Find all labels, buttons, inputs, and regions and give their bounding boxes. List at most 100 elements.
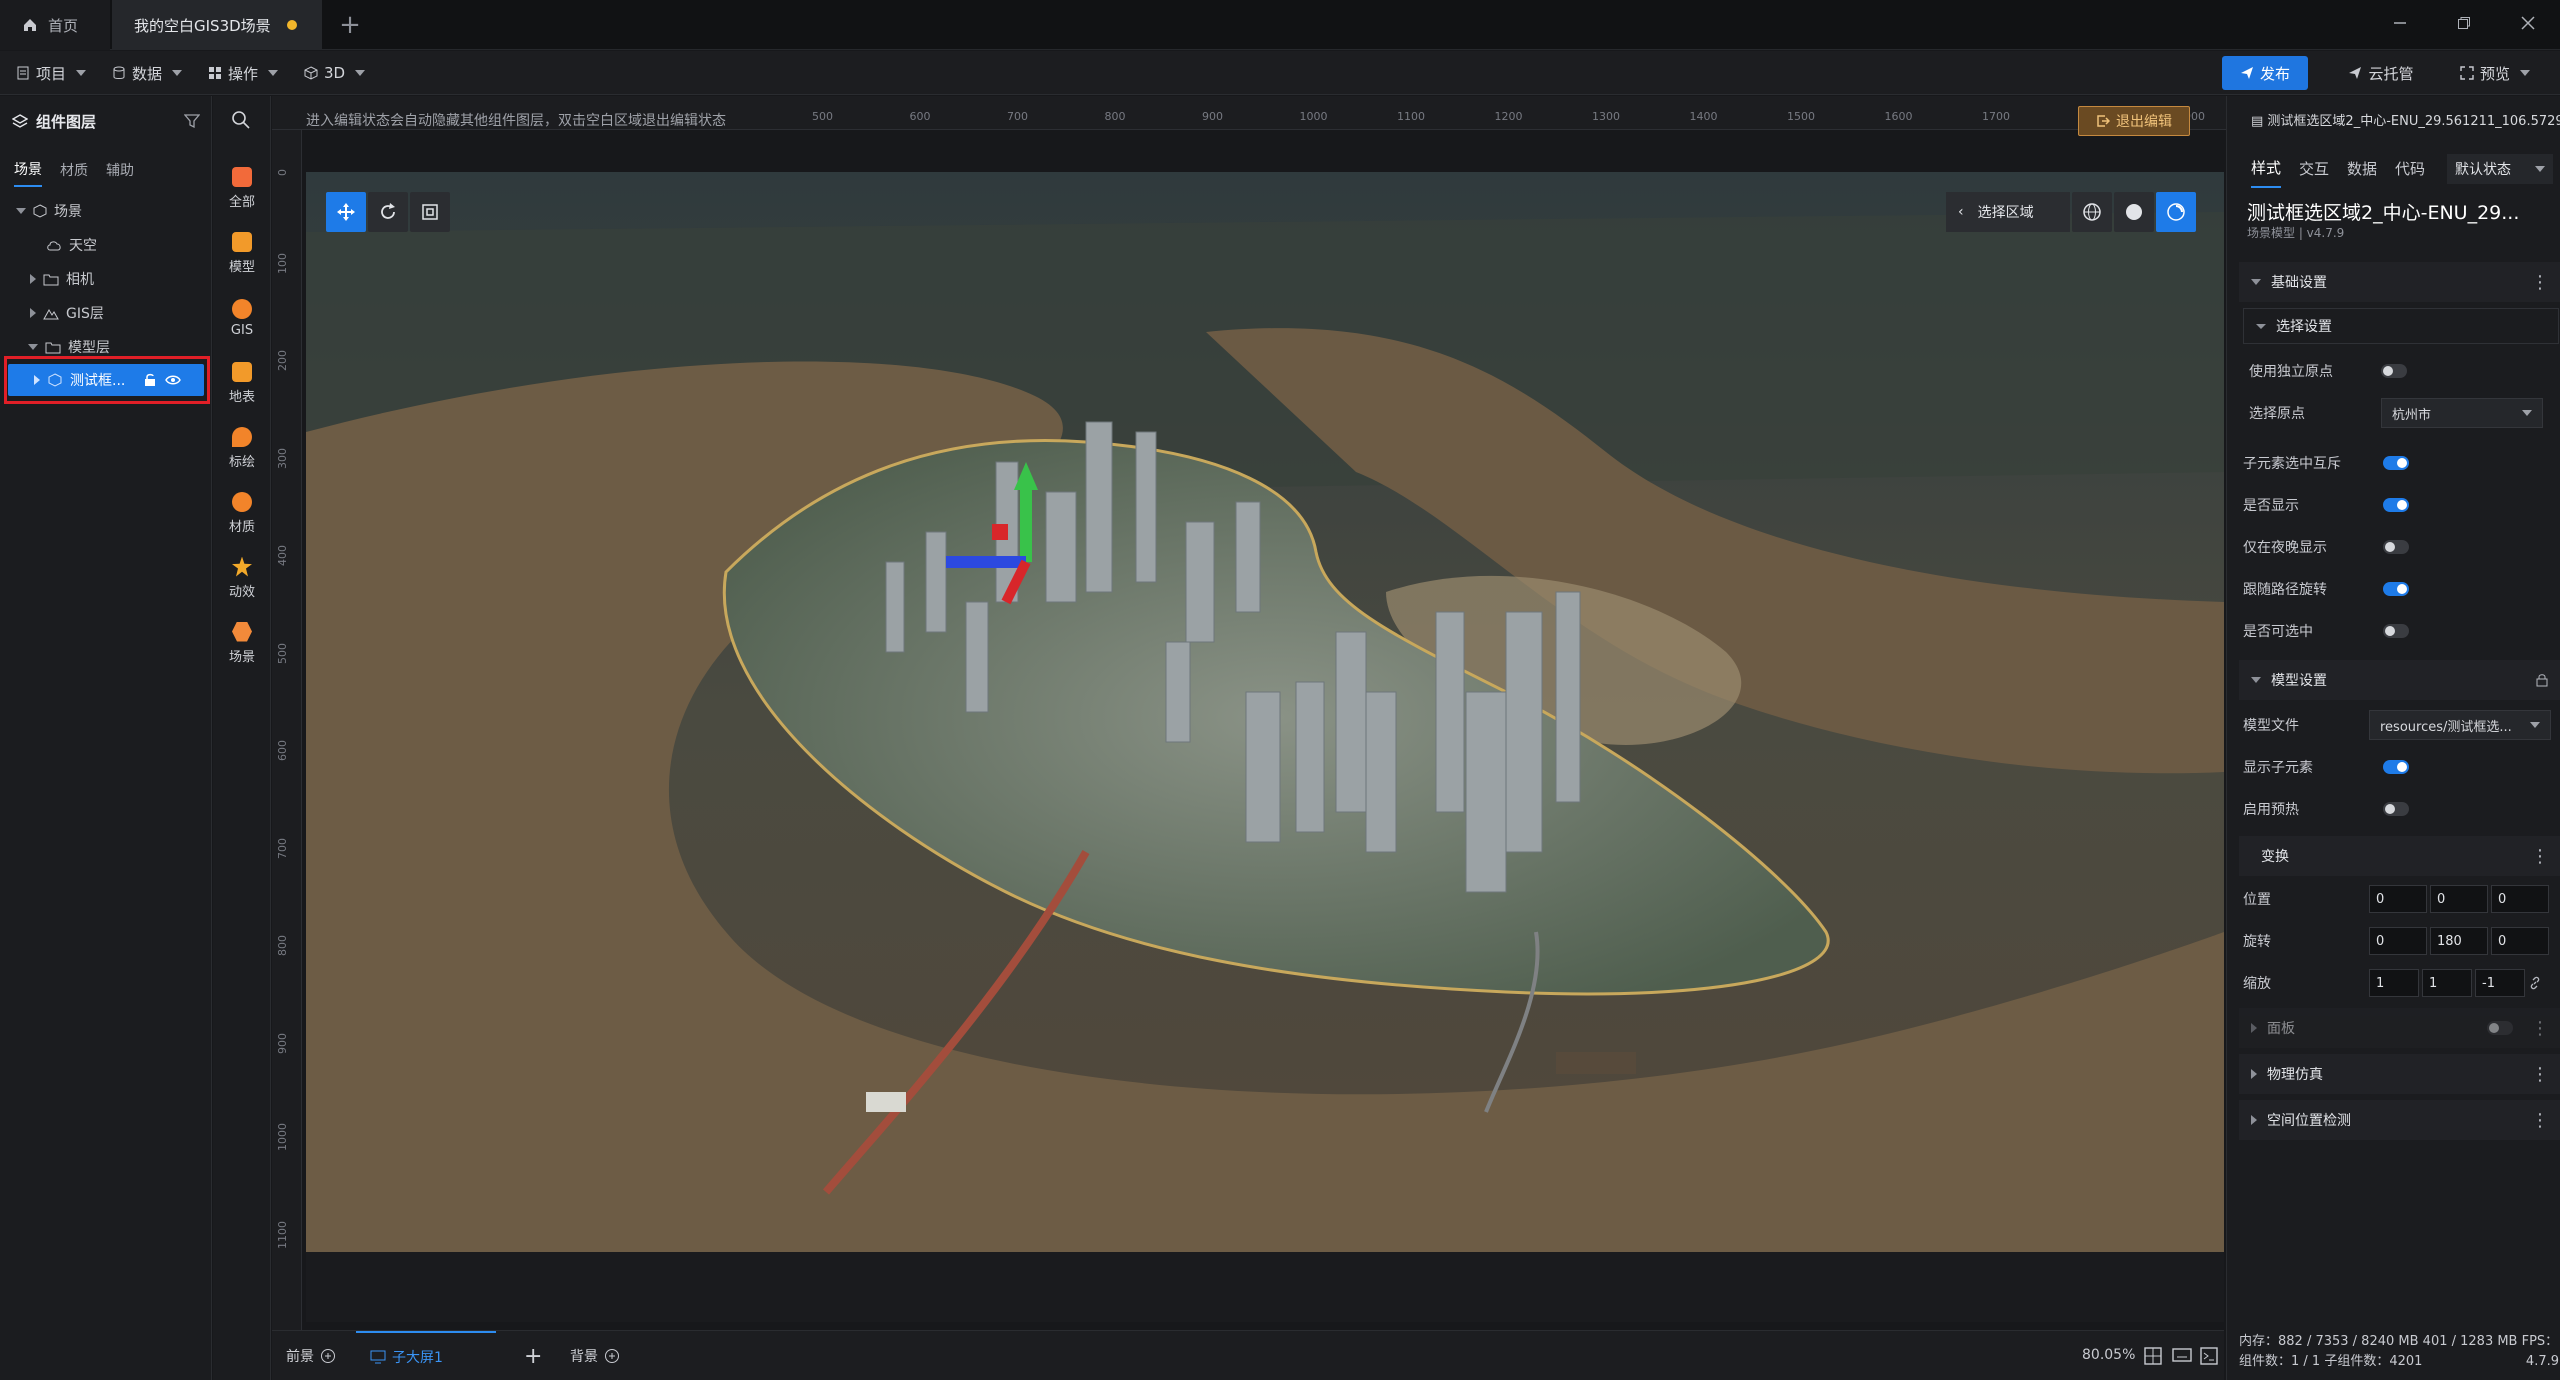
more-icon[interactable]: ⋮ <box>2531 846 2549 867</box>
lock-icon[interactable] <box>2535 673 2549 687</box>
scale-icon <box>422 204 438 220</box>
layer-tab-assist[interactable]: 辅助 <box>106 154 134 186</box>
minimize-button[interactable] <box>2370 0 2430 46</box>
ruler-left-tick: 800 <box>276 935 289 956</box>
panel-toggle[interactable] <box>2487 1021 2513 1035</box>
show-children-toggle[interactable] <box>2383 760 2409 774</box>
restore-button[interactable] <box>2434 0 2494 46</box>
position-y-input[interactable]: 0 <box>2430 885 2488 913</box>
search-button[interactable] <box>231 110 251 130</box>
position-x-input[interactable]: 0 <box>2369 885 2427 913</box>
cloud-host-button[interactable]: 云托管 <box>2326 56 2436 90</box>
tab-scene[interactable]: 我的空白GIS3D场景 <box>112 0 322 50</box>
child-mutex-toggle[interactable] <box>2383 456 2409 470</box>
layer-tabs: 场景 材质 辅助 <box>0 152 212 188</box>
scale-tool-button[interactable] <box>410 192 450 232</box>
zoom-level[interactable]: 80.05% <box>2082 1347 2135 1363</box>
menu-data[interactable]: 数据 <box>112 51 183 95</box>
globe-view-button[interactable] <box>2072 192 2112 232</box>
tab-sub-screen[interactable]: 子大屏1 <box>356 1331 496 1380</box>
scale-x-input[interactable]: 1 <box>2369 969 2419 997</box>
restore-icon <box>2458 17 2470 29</box>
publish-button[interactable]: 发布 <box>2222 56 2308 90</box>
preheat-toggle[interactable] <box>2383 802 2409 816</box>
category-plot[interactable]: 标绘 <box>213 418 271 478</box>
section-model[interactable]: 模型设置 <box>2239 660 2560 700</box>
category-effect[interactable]: 动效 <box>213 548 271 608</box>
ruler-top-tick: 1400 <box>1689 110 1718 123</box>
3d-viewport[interactable]: ‹ 选择区域 <box>306 172 2224 1252</box>
solid-view-button[interactable] <box>2114 192 2154 232</box>
add-screen-button[interactable]: + <box>524 1331 542 1380</box>
tab-home[interactable]: 首页 <box>0 0 110 50</box>
link-icon[interactable] <box>2528 976 2542 990</box>
orbit-view-button[interactable] <box>2156 192 2196 232</box>
category-all[interactable]: 全部 <box>213 158 271 218</box>
use-origin-toggle[interactable] <box>2381 364 2407 378</box>
row-night-only: 仅在夜晚显示 <box>2243 526 2559 568</box>
rotation-z-input[interactable]: 0 <box>2491 927 2549 955</box>
night-only-toggle[interactable] <box>2383 540 2409 554</box>
tab-data[interactable]: 数据 <box>2347 150 2377 187</box>
scale-z-input[interactable]: -1 <box>2475 969 2525 997</box>
tab-background[interactable]: 背景 <box>570 1331 620 1380</box>
category-model[interactable]: 模型 <box>213 223 271 283</box>
section-transform[interactable]: 变换 ⋮ <box>2239 836 2560 876</box>
select-area-button[interactable]: ‹ 选择区域 <box>1946 192 2070 232</box>
category-scene[interactable]: 场景 <box>213 613 271 673</box>
tab-foreground[interactable]: 前景 <box>286 1331 336 1380</box>
section-panel[interactable]: 面板 ⋮ <box>2239 1008 2560 1048</box>
follow-path-toggle[interactable] <box>2383 582 2409 596</box>
tree-item-gis[interactable]: GIS层 <box>0 296 212 330</box>
send-icon <box>2349 67 2362 79</box>
section-select[interactable]: 选择设置 <box>2243 308 2559 344</box>
chevron-down-icon <box>2535 166 2545 172</box>
tree-item-camera[interactable]: 相机 <box>0 262 212 296</box>
position-z-input[interactable]: 0 <box>2491 885 2549 913</box>
exit-edit-button[interactable]: 退出编辑 <box>2078 106 2190 136</box>
row-scale: 缩放 1 1 -1 <box>2243 962 2559 1004</box>
terminal-button[interactable] <box>2200 1347 2218 1365</box>
ruler-top-tick: 600 <box>909 110 931 123</box>
preview-button[interactable]: 预览 <box>2440 56 2550 90</box>
tab-interaction[interactable]: 交互 <box>2299 150 2329 187</box>
layer-tab-material[interactable]: 材质 <box>60 154 88 186</box>
tree-item-sky[interactable]: 天空 <box>0 228 212 262</box>
rotate-tool-button[interactable] <box>368 192 408 232</box>
scale-y-input[interactable]: 1 <box>2422 969 2472 997</box>
tree-item-scene[interactable]: 场景 <box>0 194 212 228</box>
category-gis[interactable]: GIS <box>213 288 271 348</box>
tab-style[interactable]: 样式 <box>2251 149 2282 188</box>
section-basic[interactable]: 基础设置 ⋮ <box>2239 262 2560 302</box>
section-physics[interactable]: 物理仿真 ⋮ <box>2239 1054 2560 1094</box>
model-file-select[interactable]: resources/测试框选... <box>2369 710 2551 740</box>
more-icon[interactable]: ⋮ <box>2531 1018 2549 1039</box>
rotation-y-input[interactable]: 180 <box>2430 927 2488 955</box>
ruler-top-tick: 1000 <box>1299 110 1328 123</box>
more-icon[interactable]: ⋮ <box>2531 1064 2549 1085</box>
state-select[interactable]: 默认状态 <box>2447 154 2553 184</box>
filter-icon[interactable] <box>184 113 200 129</box>
layer-tab-scene[interactable]: 场景 <box>14 153 42 187</box>
menu-3d[interactable]: 3D <box>304 51 366 95</box>
more-icon[interactable]: ⋮ <box>2531 1110 2549 1131</box>
category-surface[interactable]: 地表 <box>213 353 271 413</box>
origin-select[interactable]: 杭州市 <box>2381 398 2543 428</box>
add-tab-button[interactable]: + <box>330 6 370 44</box>
chevron-down-icon <box>172 70 183 76</box>
category-material[interactable]: 材质 <box>213 483 271 543</box>
move-tool-button[interactable] <box>326 192 366 232</box>
row-child-mutex: 子元素选中互斥 <box>2243 442 2559 484</box>
menu-operate[interactable]: 操作 <box>208 51 279 95</box>
more-icon[interactable]: ⋮ <box>2531 272 2549 293</box>
globe-icon <box>232 298 252 319</box>
menu-project[interactable]: 项目 <box>16 51 87 95</box>
selectable-toggle[interactable] <box>2383 624 2409 638</box>
rotation-x-input[interactable]: 0 <box>2369 927 2427 955</box>
tab-code[interactable]: 代码 <box>2395 150 2425 187</box>
close-window-button[interactable] <box>2498 0 2558 46</box>
keyboard-button[interactable] <box>2172 1347 2192 1363</box>
visible-toggle[interactable] <box>2383 498 2409 512</box>
section-spatial[interactable]: 空间位置检测 ⋮ <box>2239 1100 2560 1140</box>
fit-screen-button[interactable] <box>2144 1347 2162 1365</box>
